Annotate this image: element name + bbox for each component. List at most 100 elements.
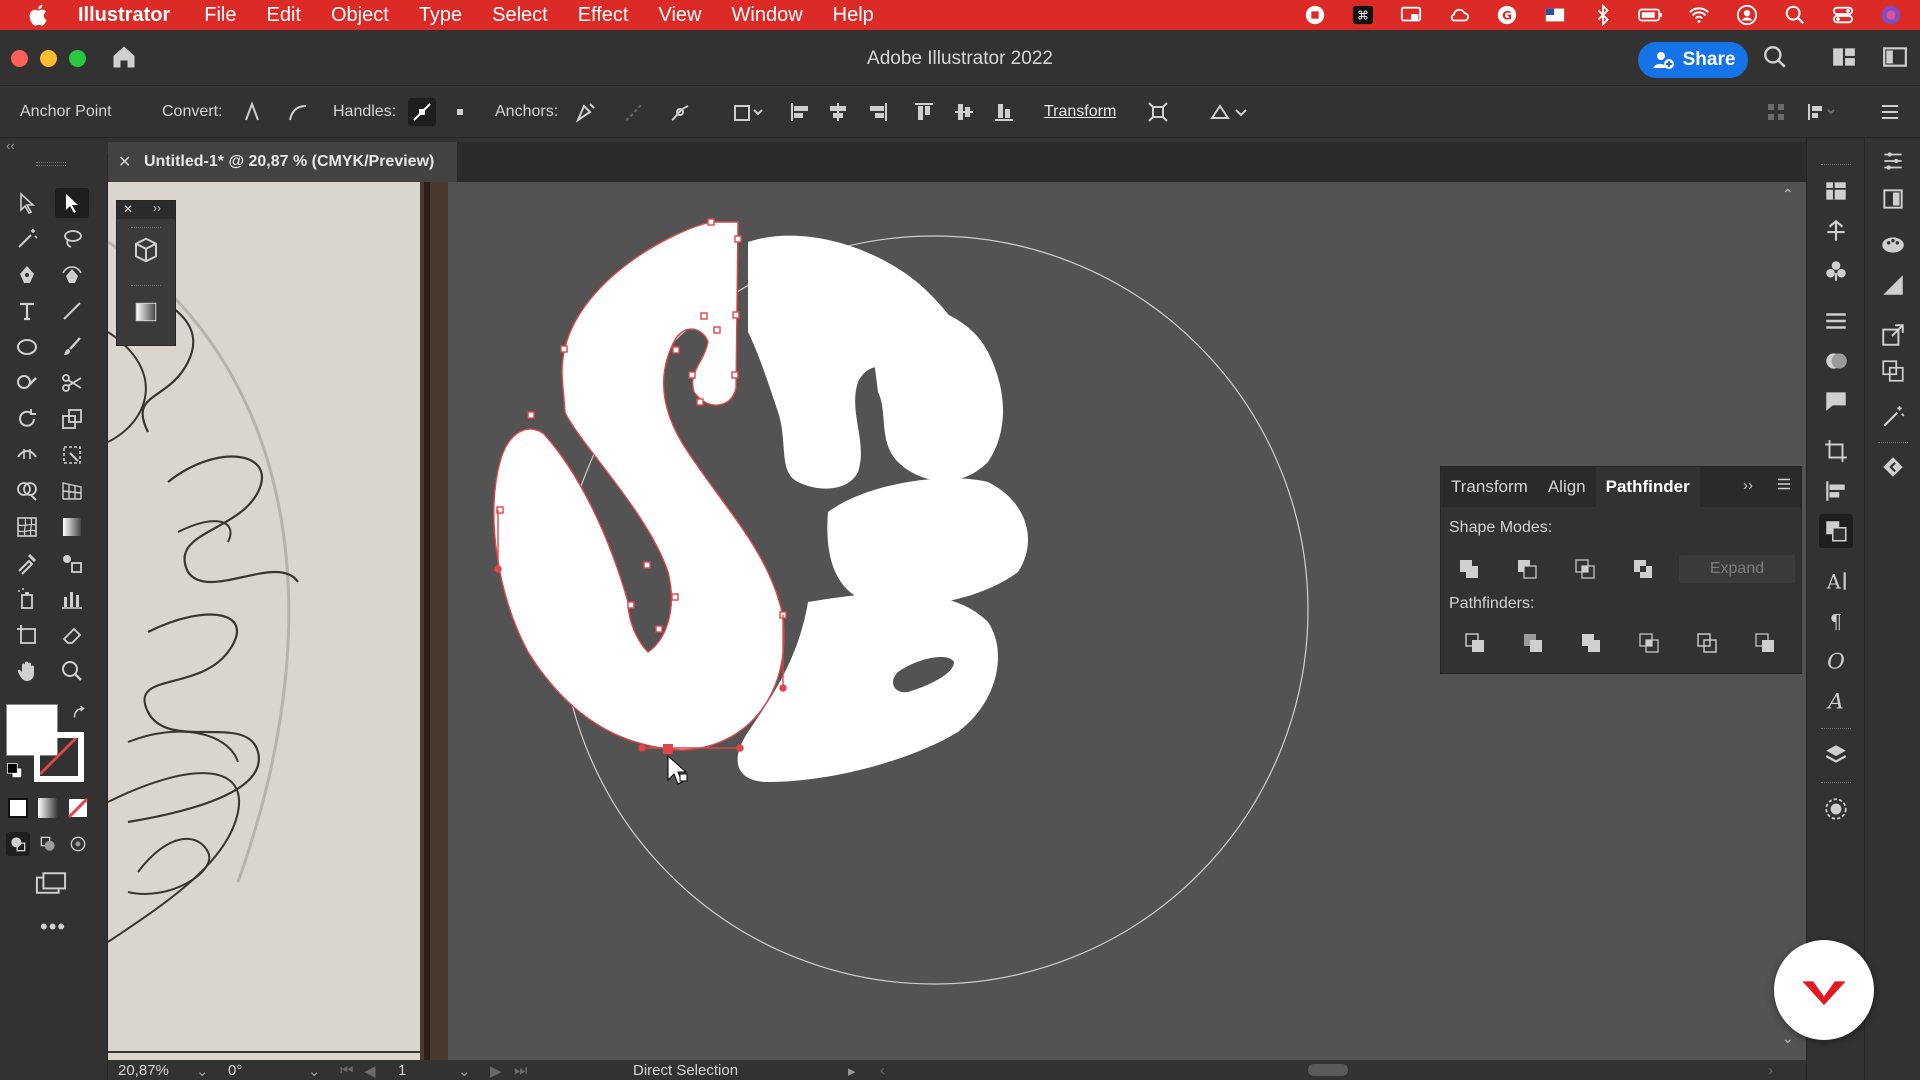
command-icon[interactable]: ⌘ xyxy=(1350,4,1376,26)
menu-view[interactable]: View xyxy=(659,4,702,27)
first-artboard-icon[interactable]: ⏮ xyxy=(340,1062,354,1079)
dock-grip-3[interactable] xyxy=(1821,782,1851,785)
shaper-tool-icon[interactable] xyxy=(10,368,44,398)
appearance-panel-icon[interactable] xyxy=(1819,344,1853,378)
align-left-icon[interactable] xyxy=(786,98,814,126)
connect-anchors-icon[interactable] xyxy=(620,98,648,126)
zoom-tool-icon[interactable] xyxy=(55,656,89,686)
close-floating-panel-icon[interactable]: ✕ xyxy=(123,202,133,216)
color-mode-button[interactable] xyxy=(8,798,28,818)
workspace-icon[interactable] xyxy=(1882,44,1908,75)
apple-icon[interactable] xyxy=(26,2,52,28)
cloud-icon[interactable] xyxy=(1446,4,1472,26)
app-menu[interactable]: Illustrator xyxy=(78,4,170,27)
collapse-left-icon[interactable]: ‹‹ xyxy=(6,138,15,153)
battery-icon[interactable] xyxy=(1638,4,1664,26)
share-button[interactable]: Share xyxy=(1638,42,1748,78)
ellipse-tool-icon[interactable] xyxy=(10,332,44,362)
draw-inside-icon[interactable] xyxy=(68,834,88,859)
scroll-up-icon[interactable]: ⌃ xyxy=(1782,186,1794,203)
free-transform-tool-icon[interactable] xyxy=(55,440,89,470)
distribute-icon[interactable] xyxy=(1800,98,1844,126)
symbol-sprayer-tool-icon[interactable] xyxy=(10,584,44,614)
color-guide-panel-icon[interactable] xyxy=(1819,792,1853,826)
last-artboard-icon[interactable]: ⏭ xyxy=(514,1062,528,1079)
lasso-tool-icon[interactable] xyxy=(55,224,89,254)
menu-type[interactable]: Type xyxy=(419,4,462,27)
stroke-panel-icon[interactable] xyxy=(1819,304,1853,338)
gradient-mode-button[interactable] xyxy=(38,798,58,818)
width-tool-icon[interactable] xyxy=(10,440,44,470)
scissors-tool-icon[interactable] xyxy=(55,368,89,398)
magic-wand-tool-icon[interactable] xyxy=(10,224,44,254)
dock-grip-4[interactable] xyxy=(1878,442,1908,445)
close-tab-icon[interactable]: ✕ xyxy=(118,152,131,172)
rotation-value[interactable]: 0° xyxy=(228,1062,242,1079)
collapse-panel-icon[interactable]: ›› xyxy=(1743,477,1753,494)
curvature-tool-icon[interactable] xyxy=(55,260,89,290)
record-icon[interactable] xyxy=(1302,4,1328,26)
edit-toolbar-icon[interactable]: ••• xyxy=(40,914,66,940)
opentype-panel-icon[interactable]: O xyxy=(1819,644,1853,678)
minus-front-icon[interactable] xyxy=(1513,555,1541,583)
blend-tool-icon[interactable] xyxy=(55,548,89,578)
panel-options-icon[interactable] xyxy=(1775,475,1793,498)
none-mode-button[interactable] xyxy=(67,797,89,823)
align-right-icon[interactable] xyxy=(864,98,892,126)
rotation-dropdown-icon[interactable]: ⌄ xyxy=(308,1062,321,1080)
swap-fill-stroke-icon[interactable] xyxy=(70,704,88,727)
user-icon[interactable] xyxy=(1734,4,1760,26)
menu-file[interactable]: File xyxy=(204,4,236,27)
expand-button[interactable]: Expand xyxy=(1679,555,1795,583)
floating-panel-grip-2[interactable] xyxy=(131,285,161,288)
exclude-icon[interactable] xyxy=(1629,555,1657,583)
expand-floating-panel-icon[interactable]: ›› xyxy=(153,201,161,215)
next-artboard-icon[interactable]: ▶ xyxy=(490,1062,502,1080)
artboard-tool-icon[interactable] xyxy=(10,620,44,650)
cut-path-anchors-icon[interactable] xyxy=(666,98,694,126)
symbols-panel-icon[interactable] xyxy=(1819,254,1853,288)
floating-panel-grip[interactable] xyxy=(131,227,161,230)
divide-icon[interactable] xyxy=(1461,629,1489,657)
document-tab[interactable]: ✕ Untitled-1* @ 20,87 % (CMYK/Preview) xyxy=(108,142,458,182)
properties-settings-icon[interactable] xyxy=(1876,144,1910,178)
column-graph-tool-icon[interactable] xyxy=(55,584,89,614)
line-segment-tool-icon[interactable] xyxy=(55,296,89,326)
plugin-panel-icon[interactable] xyxy=(1876,450,1910,484)
stroke-swatch[interactable] xyxy=(34,732,84,782)
swatches-panel-icon[interactable] xyxy=(1876,228,1910,262)
puppet-warp-icon[interactable] xyxy=(1202,98,1254,126)
menu-effect[interactable]: Effect xyxy=(578,4,629,27)
intersect-icon[interactable] xyxy=(1571,555,1599,583)
status-menu-icon[interactable]: ▸ xyxy=(848,1062,856,1080)
align-center-vertical-icon[interactable] xyxy=(950,98,978,126)
shape-builder-tool-icon[interactable] xyxy=(10,476,44,506)
siri-icon[interactable] xyxy=(1878,4,1904,26)
paragraph-panel-icon[interactable]: ¶ xyxy=(1819,604,1853,638)
direct-selection-tool-icon[interactable] xyxy=(55,188,89,218)
layers-panel-icon[interactable] xyxy=(1819,738,1853,772)
properties-panel-icon[interactable] xyxy=(1819,174,1853,208)
align-center-horizontal-icon[interactable] xyxy=(824,98,852,126)
pathfinder-panel-icon[interactable] xyxy=(1819,514,1853,548)
gradient-tool-icon[interactable] xyxy=(55,512,89,542)
arrange-documents-icon[interactable] xyxy=(1830,44,1858,75)
toolbar-grip[interactable] xyxy=(36,162,66,166)
scroll-left-icon[interactable]: ‹ xyxy=(880,1062,885,1079)
transparency-panel-icon[interactable] xyxy=(1876,354,1910,388)
color-panel-icon[interactable] xyxy=(1876,268,1910,302)
previous-artboard-icon[interactable]: ◀ xyxy=(364,1062,376,1080)
artboard-number[interactable]: 1 xyxy=(398,1062,406,1079)
grammarly-icon[interactable]: G xyxy=(1494,4,1520,26)
menu-edit[interactable]: Edit xyxy=(266,4,300,27)
wifi-icon[interactable] xyxy=(1686,4,1712,26)
align-bottom-icon[interactable] xyxy=(990,98,1018,126)
selection-tool-icon[interactable] xyxy=(10,188,44,218)
3d-materials-icon[interactable] xyxy=(131,235,161,270)
horizontal-scroll-thumb[interactable] xyxy=(1308,1064,1348,1076)
magic-wand-panel-icon[interactable] xyxy=(1876,400,1910,434)
menu-object[interactable]: Object xyxy=(331,4,389,27)
convert-to-smooth-icon[interactable] xyxy=(284,98,312,126)
menu-help[interactable]: Help xyxy=(833,4,874,27)
tab-pathfinder[interactable]: Pathfinder xyxy=(1595,467,1700,507)
